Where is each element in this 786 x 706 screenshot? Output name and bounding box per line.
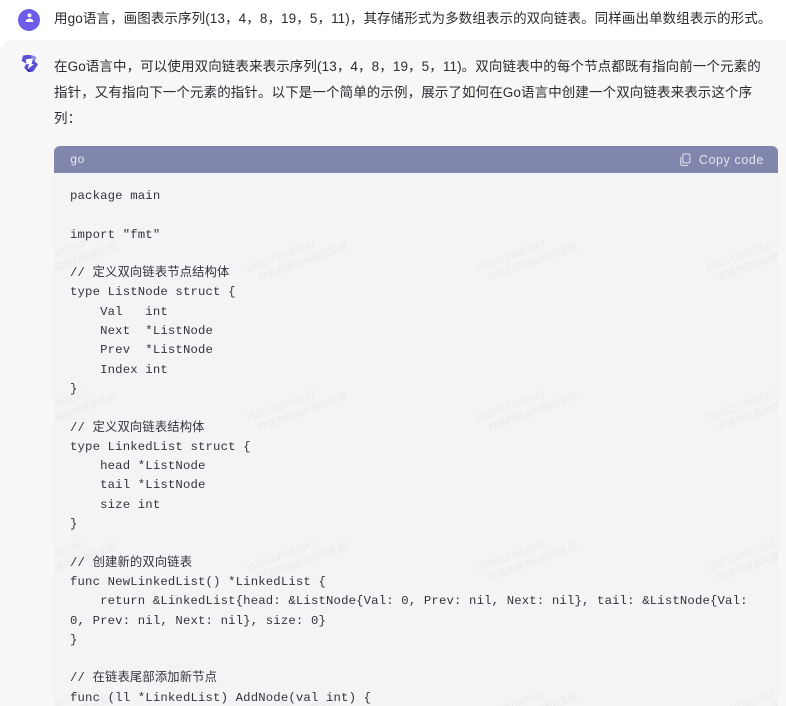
user-message-text: 用go语言，画图表示序列(13，4，8，19，5，11)，其存储形式为多数组表示… [54, 11, 772, 26]
code-block-body[interactable]: 15051137667047 对话内容由AI自动生成 15051137667047 对… [54, 173, 778, 706]
code-block-header: go Copy code [54, 146, 778, 173]
copy-code-button[interactable]: Copy code [679, 153, 764, 167]
user-message-body: 用go语言，画图表示序列(13，4，8，19，5，11)，其存储形式为多数组表示… [54, 8, 772, 30]
code-content[interactable]: package main import "fmt" // 定义双向链表节点结构体… [70, 187, 762, 706]
copy-document-icon [679, 153, 692, 167]
chat-conversation: 用go语言，画图表示序列(13，4，8，19，5，11)，其存储形式为多数组表示… [0, 0, 786, 706]
assistant-logo-icon [19, 55, 40, 77]
assistant-message-row: 在Go语言中，可以使用双向链表来表示序列(13，4，8，19，5，11)。双向链… [0, 40, 786, 706]
assistant-message-text: 在Go语言中，可以使用双向链表来表示序列(13，4，8，19，5，11)。双向链… [54, 59, 761, 126]
user-message-row: 用go语言，画图表示序列(13，4，8，19，5，11)，其存储形式为多数组表示… [0, 0, 786, 40]
user-person-icon [23, 11, 36, 29]
code-block: go Copy code 15051137667047 对话内容由AI自动生成 15… [54, 146, 778, 706]
user-avatar [18, 9, 40, 31]
code-language-label: go [70, 152, 85, 167]
assistant-avatar [18, 55, 40, 77]
copy-code-label: Copy code [698, 152, 764, 167]
assistant-message-body: 在Go语言中，可以使用双向链表来表示序列(13，4，8，19，5，11)。双向链… [54, 54, 778, 706]
